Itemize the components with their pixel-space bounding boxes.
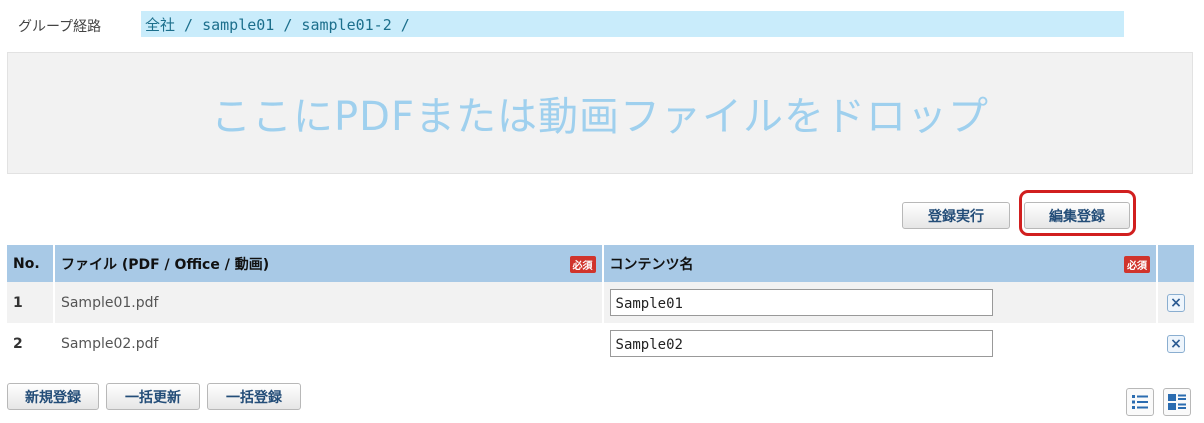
list-view-icon[interactable] <box>1126 388 1154 416</box>
breadcrumb-path[interactable]: 全社 / sample01 / sample01-2 / <box>141 14 410 35</box>
content-name-input[interactable] <box>609 289 993 316</box>
row-number: 1 <box>7 282 55 323</box>
column-header-action <box>1156 245 1194 282</box>
column-header-content-name: コンテンツ名 必須 <box>602 245 1158 282</box>
column-header-file-label: ファイル (PDF / Office / 動画) <box>60 256 270 273</box>
drop-zone-text: ここにPDFまたは動画ファイルをドロップ <box>211 94 989 140</box>
bulk-register-button[interactable]: 一括登録 <box>207 383 301 410</box>
bulk-update-button[interactable]: 一括更新 <box>106 383 200 410</box>
required-badge: 必須 <box>1123 255 1150 273</box>
delete-cell: × <box>1156 282 1194 323</box>
table-row: 1 Sample01.pdf × <box>7 282 1194 323</box>
row-number: 2 <box>7 323 55 364</box>
content-name-input[interactable] <box>609 330 993 357</box>
breadcrumb-label: グループ経路 <box>18 19 102 35</box>
delete-row-icon[interactable]: × <box>1166 334 1185 353</box>
delete-cell: × <box>1156 323 1194 364</box>
column-header-file: ファイル (PDF / Office / 動画) 必須 <box>53 245 604 282</box>
table-header-row: No. ファイル (PDF / Office / 動画) 必須 コンテンツ名 必… <box>7 245 1194 282</box>
file-drop-zone[interactable]: ここにPDFまたは動画ファイルをドロップ <box>7 52 1193 174</box>
column-header-content-name-label: コンテンツ名 <box>609 256 694 273</box>
content-name-cell <box>602 282 1158 323</box>
register-execute-button[interactable]: 登録実行 <box>902 202 1010 229</box>
highlight-box <box>1019 190 1136 236</box>
required-badge: 必須 <box>569 255 596 273</box>
detail-view-icon[interactable] <box>1163 388 1191 416</box>
file-name: Sample01.pdf <box>53 282 604 323</box>
content-name-cell <box>602 323 1158 364</box>
delete-row-icon[interactable]: × <box>1166 293 1185 312</box>
file-name: Sample02.pdf <box>53 323 604 364</box>
file-table: No. ファイル (PDF / Office / 動画) 必須 コンテンツ名 必… <box>7 245 1194 364</box>
column-header-no: No. <box>7 245 55 282</box>
new-register-button[interactable]: 新規登録 <box>7 383 99 410</box>
table-row: 2 Sample02.pdf × <box>7 323 1194 364</box>
breadcrumb: 全社 / sample01 / sample01-2 / <box>141 11 1124 37</box>
